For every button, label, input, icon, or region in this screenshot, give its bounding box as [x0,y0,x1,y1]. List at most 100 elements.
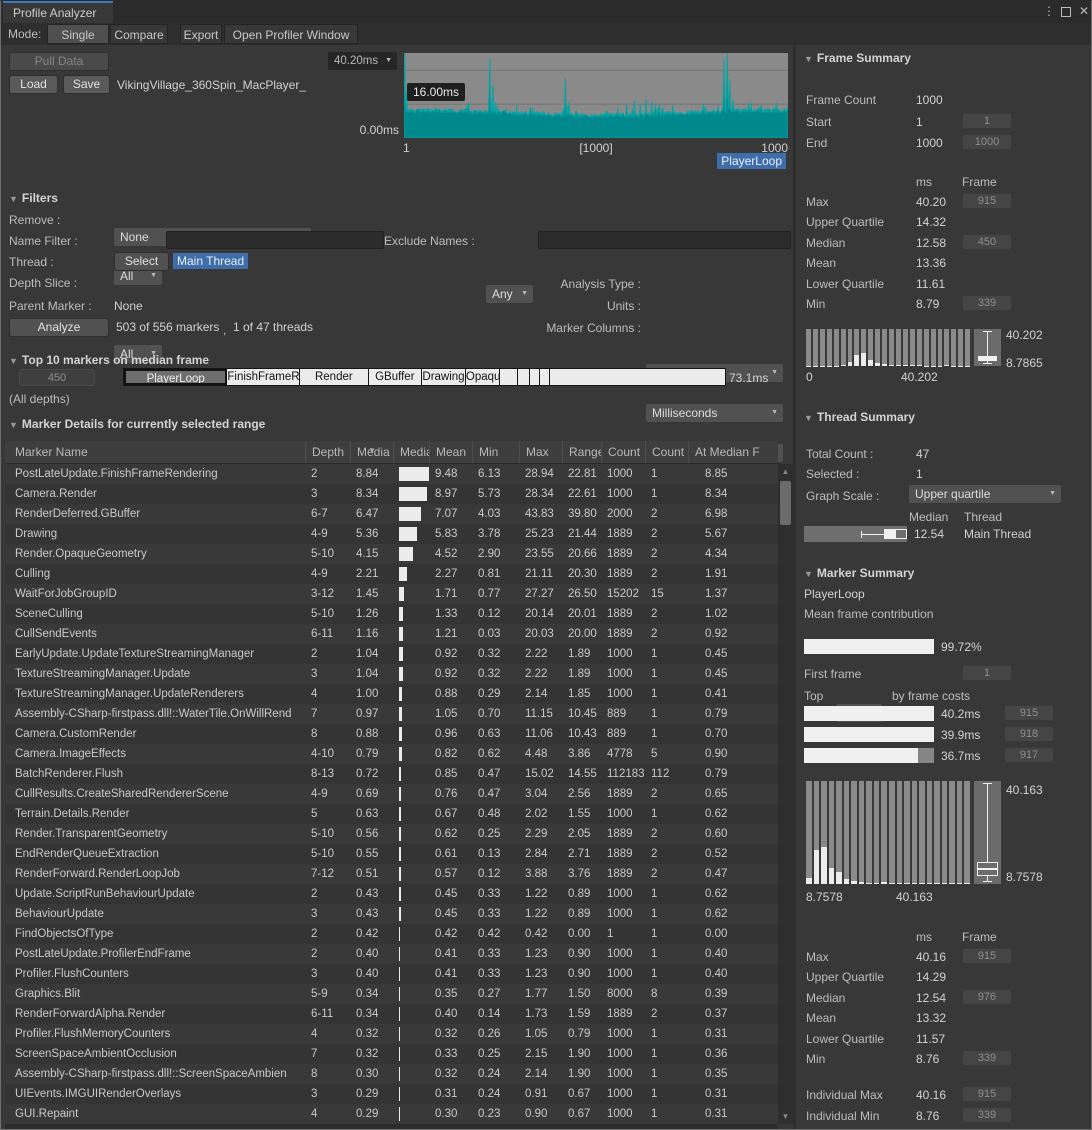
scrollbar-thumb[interactable] [780,481,791,525]
top10-segment-FinishFrameR[interactable]: FinishFrameR [227,369,300,385]
kebab-menu-icon[interactable]: ⋮ [1043,4,1055,18]
table-row[interactable]: RenderDeferred.GBuffer6-76.477.074.0343.… [5,504,778,524]
table-row[interactable]: EndRenderQueueExtraction5-100.550.610.13… [5,844,778,864]
top10-segment-GBuffer[interactable]: GBuffer [369,369,422,385]
export-button[interactable]: Export [180,24,222,44]
units-dropdown[interactable]: Milliseconds▼ [646,404,783,422]
maximize-icon[interactable] [1061,7,1071,17]
analyze-button[interactable]: Analyze [9,318,109,337]
pull-data-button[interactable]: Pull Data [9,52,109,71]
table-row[interactable]: ScreenSpaceAmbientOcclusion70.320.330.25… [5,1044,778,1064]
thread-range-graph[interactable] [804,526,907,542]
frame-jump-button[interactable]: 915 [962,948,1012,964]
marker-summary-boxplot[interactable] [974,781,1001,884]
frame-jump-button[interactable]: 918 [1004,726,1054,742]
column-header-0[interactable]: Marker Name [5,441,305,463]
thread-value[interactable]: Main Thread [173,253,248,269]
open-profiler-window-button[interactable]: Open Profiler Window [224,24,358,44]
table-vertical-scrollbar[interactable]: ▲ ▼ [778,464,793,1124]
thread-summary-header[interactable]: ▼Thread Summary [804,410,915,424]
frame-jump-button[interactable]: 1 [962,113,1012,129]
mode-compare-button[interactable]: Compare [110,24,168,44]
frame-jump-button[interactable]: 450 [962,234,1012,250]
frame-jump-button[interactable]: 339 [962,295,1012,311]
frame-jump-button[interactable]: 1000 [962,134,1012,150]
table-row[interactable]: Profiler.FlushCounters30.400.410.331.230… [5,964,778,984]
frame-jump-button[interactable]: 915 [962,193,1012,209]
column-header-10[interactable]: At Median F [688,441,778,463]
table-row[interactable]: Culling4-92.212.270.8121.1120.30188921.9… [5,564,778,584]
top10-segment-8[interactable] [530,369,540,385]
column-header-1[interactable]: Depth [305,441,350,463]
top10-segment-9[interactable] [540,369,550,385]
table-row[interactable]: RenderForward.RenderLoopJob7-120.510.570… [5,864,778,884]
table-row[interactable]: Render.TransparentGeometry5-100.560.620.… [5,824,778,844]
column-header-2[interactable]: Media▼ [350,441,393,463]
table-row[interactable]: SceneCulling5-101.261.330.1220.1420.0118… [5,604,778,624]
top10-header[interactable]: ▼Top 10 markers on median frame [9,353,209,367]
frame-jump-button[interactable]: 915 [1004,705,1054,721]
scroll-up-icon[interactable]: ▲ [778,467,793,476]
frame-jump-button[interactable]: 339 [962,1050,1012,1066]
column-header-8[interactable]: Count [601,441,645,463]
table-row[interactable]: UIEvents.IMGUIRenderOverlays30.290.310.2… [5,1084,778,1104]
top10-segment-Render[interactable]: Render [300,369,369,385]
table-row[interactable]: TextureStreamingManager.UpdateRenderers4… [5,684,778,704]
graph-scale-dropdown[interactable]: Upper quartile▼ [909,485,1061,503]
table-row[interactable]: CullResults.CreateSharedRendererScene4-9… [5,784,778,804]
scroll-down-icon[interactable]: ▼ [778,1112,793,1121]
thread-select-button[interactable]: Select [114,252,169,271]
frame-jump-button[interactable]: 976 [962,989,1012,1005]
exclude-names-input[interactable] [538,231,791,249]
frame-jump-button[interactable]: 915 [962,1086,1012,1102]
column-header-9[interactable]: Count Fra [645,441,688,463]
first-frame-button[interactable]: 1 [962,665,1012,681]
frame-summary-histogram[interactable] [806,329,970,366]
frame-summary-header[interactable]: ▼Frame Summary [804,51,911,65]
frame-time-chart[interactable]: 16.00ms [404,53,788,138]
table-row[interactable]: Graphics.Blit5-90.340.350.271.771.508000… [5,984,778,1004]
column-header-6[interactable]: Max [519,441,562,463]
save-button[interactable]: Save [63,75,110,94]
table-row[interactable]: Camera.CustomRender80.880.960.6311.0610.… [5,724,778,744]
load-button[interactable]: Load [9,75,58,94]
table-row[interactable]: GUI.Repaint40.290.300.230.900.67100010.3… [5,1104,778,1124]
table-row[interactable]: Profiler.FlushMemoryCounters40.320.320.2… [5,1024,778,1044]
table-row[interactable]: BatchRenderer.Flush8-130.720.850.4715.02… [5,764,778,784]
tab-profile-analyzer[interactable]: Profile Analyzer [3,1,113,23]
table-row[interactable]: EarlyUpdate.UpdateTextureStreamingManage… [5,644,778,664]
marker-details-header[interactable]: ▼Marker Details for currently selected r… [9,417,265,431]
frame-summary-boxplot[interactable] [974,329,1001,366]
top10-segment-6[interactable] [500,369,518,385]
table-row[interactable]: Camera.ImageEffects4-100.790.820.624.483… [5,744,778,764]
marker-summary-histogram[interactable] [806,781,970,884]
top10-segment-Drawing[interactable]: Drawing [422,369,466,385]
frame-jump-button[interactable]: 917 [1004,747,1054,763]
table-row[interactable]: CullSendEvents6-111.161.210.0320.0320.00… [5,624,778,644]
table-row[interactable]: FindObjectsOfType20.420.420.420.420.0011… [5,924,778,944]
marker-summary-header[interactable]: ▼Marker Summary [804,566,914,580]
table-row[interactable]: Update.ScriptRunBehaviourUpdate20.430.45… [5,884,778,904]
close-icon[interactable]: ✕ [1079,4,1089,18]
table-row[interactable]: Terrain.Details.Render50.630.670.482.021… [5,804,778,824]
table-row[interactable]: Drawing4-95.365.833.7825.2321.44188925.6… [5,524,778,544]
column-header-7[interactable]: Range [562,441,601,463]
table-row[interactable]: PostLateUpdate.ProfilerEndFrame20.400.41… [5,944,778,964]
table-row[interactable]: Assembly-CSharp-firstpass.dll!::ScreenSp… [5,1064,778,1084]
table-row[interactable]: Render.OpaqueGeometry5-104.154.522.9023.… [5,544,778,564]
table-row[interactable]: BehaviourUpdate30.430.450.331.220.891000… [5,904,778,924]
table-horizontal-scrollbar[interactable] [5,1124,778,1130]
range-dropdown[interactable]: 40.20ms▼ [328,52,397,70]
chart-selected-marker[interactable]: PlayerLoop [717,153,786,169]
table-row[interactable]: TextureStreamingManager.Update31.040.920… [5,664,778,684]
filters-header[interactable]: ▼Filters [9,191,58,205]
top10-segment-7[interactable] [518,369,530,385]
mode-single-button[interactable]: Single [47,24,109,44]
median-frame-badge[interactable]: 450 [19,369,95,386]
table-row[interactable]: Assembly-CSharp-firstpass.dll!::WaterTil… [5,704,778,724]
column-header-4[interactable]: Mean [429,441,472,463]
table-row[interactable]: Camera.Render38.348.975.7328.3422.611000… [5,484,778,504]
frame-jump-button[interactable]: 339 [962,1107,1012,1123]
table-row[interactable]: WaitForJobGroupID3-121.451.710.7727.2726… [5,584,778,604]
table-row[interactable]: PostLateUpdate.FinishFrameRendering28.84… [5,464,778,484]
